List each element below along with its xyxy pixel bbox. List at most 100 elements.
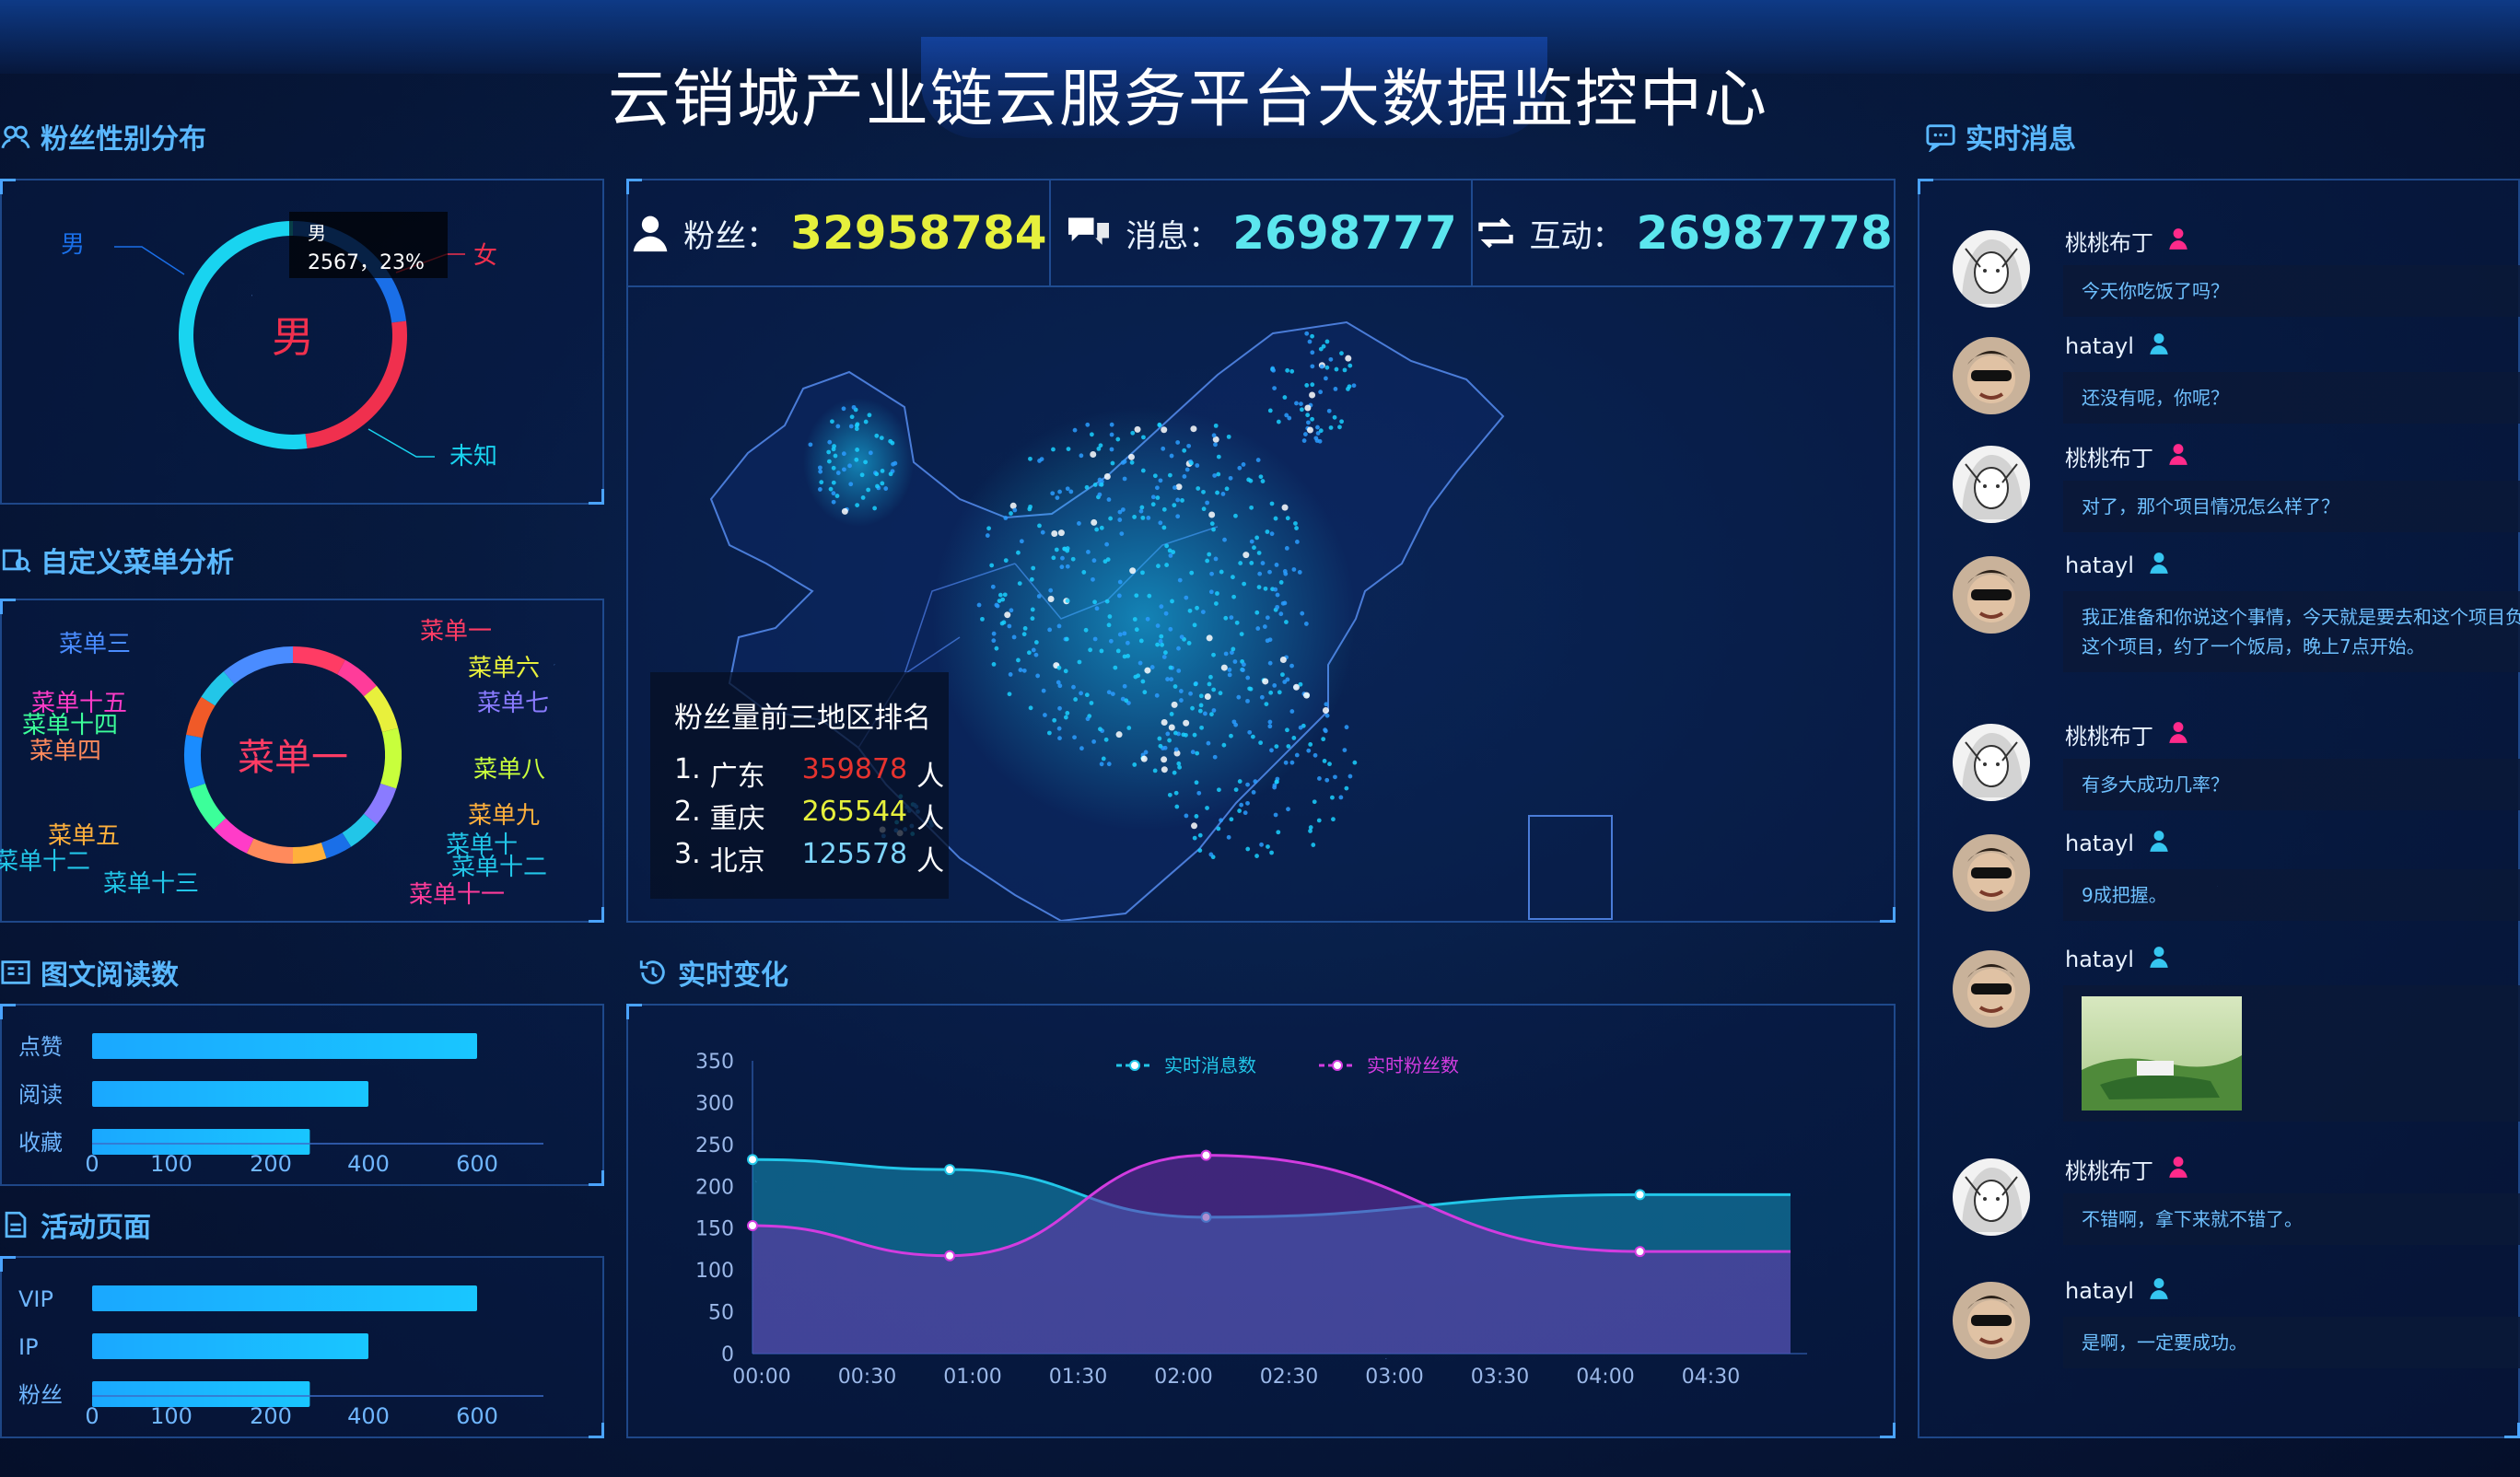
map-dot — [976, 602, 982, 608]
map-dot — [1242, 662, 1246, 668]
map-dot — [1285, 727, 1289, 733]
map-dot — [1196, 790, 1202, 796]
avatar-female[interactable] — [1953, 724, 2030, 801]
map-dot — [1278, 580, 1284, 585]
map-dot — [1031, 565, 1036, 571]
map-dot — [1278, 611, 1284, 617]
avatar-female[interactable] — [1953, 446, 2030, 523]
map-dot — [1054, 547, 1059, 552]
male-user-icon — [2147, 829, 2171, 858]
message-text: 我正准备和你说这个事情，今天就是要去和这个项目负责人谈这个项目，约了一个饭局，晚… — [2082, 606, 2520, 657]
stat-fans-value: 32958784 — [790, 206, 1047, 260]
avatar-male[interactable] — [1953, 556, 2030, 634]
map-dot — [1065, 711, 1070, 715]
avatar-male[interactable] — [1953, 337, 2030, 414]
map-dot — [1132, 515, 1138, 519]
message-username: 桃桃布丁 — [2065, 1153, 2190, 1185]
map-dot — [1145, 616, 1150, 622]
map-dot — [1312, 799, 1317, 805]
message-bubble: 是啊，一定要成功。 — [2063, 1317, 2520, 1368]
avatar-female[interactable] — [1953, 1158, 2030, 1236]
map-dot — [1007, 692, 1012, 697]
map-dot — [1173, 747, 1179, 752]
map-dot — [1187, 608, 1193, 613]
map-dot — [1134, 627, 1139, 633]
stat-messages-value: 2698777 — [1232, 206, 1457, 260]
map-dot — [1140, 515, 1146, 520]
map-dot — [1245, 675, 1251, 680]
legend-label: 实时消息数 — [1164, 1054, 1256, 1076]
map-dot — [1207, 552, 1212, 557]
map-dot — [990, 584, 996, 589]
map-dot — [1283, 760, 1289, 765]
map-dot — [1269, 850, 1274, 855]
map-dot — [1083, 627, 1089, 633]
map-dot — [848, 482, 854, 487]
map-dot — [834, 494, 840, 498]
map-dot — [1150, 494, 1156, 500]
map-dot — [1091, 739, 1097, 744]
map-dot — [991, 638, 997, 644]
map-dot — [1161, 426, 1168, 434]
area-point — [747, 1219, 758, 1231]
map-dot — [1163, 611, 1169, 616]
message-text: 不错啊，拿下来就不错了。 — [2082, 1208, 2303, 1230]
map-dot — [1215, 490, 1219, 495]
map-dot — [1269, 748, 1274, 753]
map-dot — [1315, 424, 1320, 430]
repeat-icon — [1477, 217, 1513, 249]
area-point — [1634, 1189, 1646, 1201]
activity-section-title: 活动页面 — [0, 1204, 151, 1245]
map-dot — [1037, 523, 1042, 529]
avatar-female[interactable] — [1953, 230, 2030, 308]
menu-slice — [293, 843, 327, 864]
south-sea-inset — [1528, 815, 1613, 920]
region-ranking: 粉丝量前三地区排名 1. 广东 359878 人 2. 重庆 265544 人 … — [650, 672, 949, 899]
map-dot — [1328, 425, 1334, 430]
map-dot — [1060, 555, 1065, 561]
map-dot — [819, 480, 824, 485]
map-dot — [1106, 762, 1112, 767]
map-dot — [1282, 395, 1288, 400]
map-dot — [1205, 806, 1209, 810]
map-dot — [1207, 681, 1212, 687]
map-dot — [1211, 433, 1217, 438]
map-dot — [1181, 732, 1186, 738]
map-dot — [1218, 691, 1223, 696]
message-image-thumbnail[interactable] — [2082, 996, 2242, 1111]
map-dot — [1161, 525, 1167, 530]
map-dot — [1294, 401, 1299, 406]
map-dot — [1186, 443, 1192, 448]
map-dot — [808, 442, 813, 448]
map-dot — [1227, 672, 1232, 678]
male-user-icon — [2147, 945, 2171, 974]
map-dot — [868, 450, 873, 456]
stat-messages: 消息： 2698777 — [1051, 180, 1474, 285]
map-dot — [1120, 507, 1126, 512]
map-dot — [1249, 561, 1254, 565]
avatar-male[interactable] — [1953, 950, 2030, 1028]
female-user-icon — [2166, 442, 2190, 471]
map-dot — [1286, 807, 1290, 812]
map-dot — [1085, 422, 1091, 427]
map-dot — [1219, 818, 1223, 823]
map-dot — [1208, 674, 1213, 680]
map-dot — [1239, 802, 1244, 808]
map-dot — [1073, 697, 1079, 702]
activity-xtick: 200 — [250, 1403, 292, 1429]
menu-slice — [246, 838, 293, 864]
avatar-male[interactable] — [1953, 1282, 2030, 1359]
map-dot — [1168, 724, 1175, 731]
map-dot — [1272, 682, 1278, 688]
map-dot — [1193, 681, 1198, 687]
map-dot — [888, 471, 893, 477]
map-dot — [1172, 770, 1177, 775]
avatar-male[interactable] — [1953, 834, 2030, 912]
map-dot — [1282, 680, 1288, 684]
message-username: 桃桃布丁 — [2065, 718, 2190, 750]
map-dot — [874, 433, 880, 438]
map-dot — [1169, 712, 1174, 716]
map-dot — [1231, 594, 1236, 599]
map-dot — [1337, 424, 1342, 430]
activity-category: IP — [18, 1334, 39, 1360]
